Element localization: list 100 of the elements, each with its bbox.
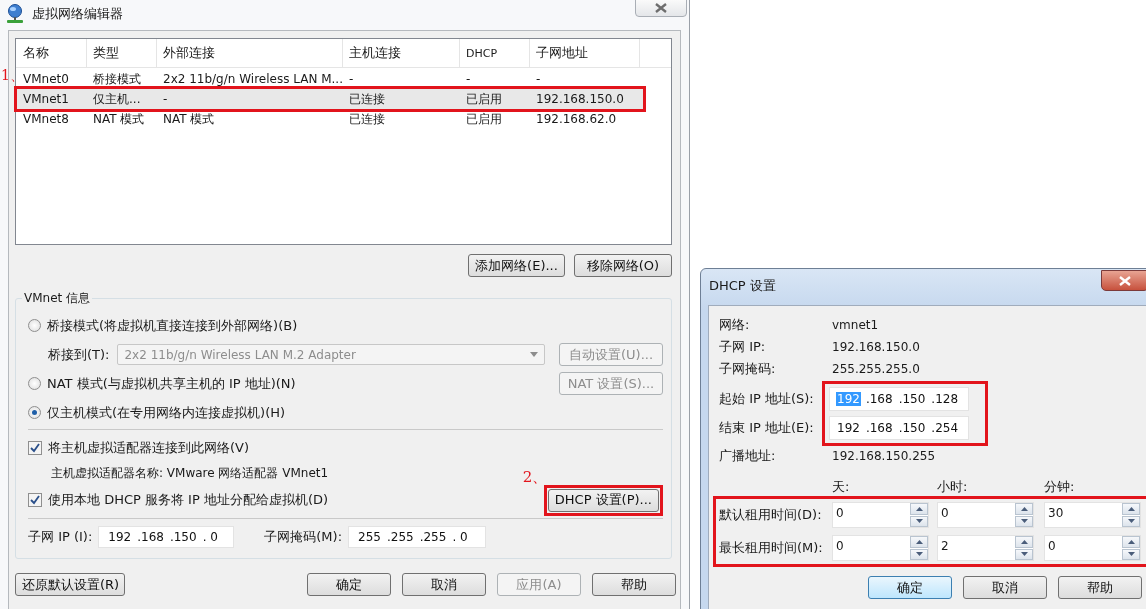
add-network-button[interactable]: 添加网络(E)...: [468, 254, 565, 277]
subnet-ip-label: 子网 IP (I):: [28, 528, 93, 546]
radio-button[interactable]: [28, 406, 41, 419]
group-title: VMnet 信息: [23, 290, 92, 307]
table-cell-text: 2x2 11b/g/n Wireless LAN M...: [162, 72, 343, 86]
column-header[interactable]: 外部连接: [157, 39, 343, 67]
increment-button[interactable]: [1122, 503, 1140, 515]
down-arrow-icon: [1127, 519, 1135, 524]
window-title: DHCP 设置: [709, 277, 776, 295]
dialog-button[interactable]: 确定: [307, 573, 391, 596]
column-header[interactable]: 子网地址: [530, 39, 640, 67]
down-arrow-icon: [915, 519, 923, 524]
up-arrow-icon: [915, 506, 923, 511]
table-cell-text: -: [162, 92, 169, 106]
radio-label: 仅主机模式(在专用网络内连接虚拟机)(H): [47, 403, 286, 422]
increment-button[interactable]: [1015, 536, 1033, 548]
spin-field[interactable]: 30: [1044, 502, 1141, 528]
spin-field[interactable]: 0: [1044, 535, 1141, 561]
radio-label: NAT 模式(与虚拟机共享主机的 IP 地址)(N): [47, 374, 296, 393]
decrement-button[interactable]: [1015, 548, 1033, 560]
window-title: 虚拟网络编辑器: [32, 5, 123, 23]
table-cell-text: -: [535, 72, 542, 86]
up-arrow-icon: [1127, 539, 1135, 544]
decrement-button[interactable]: [1015, 515, 1033, 527]
dialog-button[interactable]: 取消: [402, 573, 486, 596]
table-cell-text: NAT 模式: [162, 110, 216, 128]
table-cell-text: -: [465, 72, 472, 86]
checkbox-label: 将主机虚拟适配器连接到此网络(V): [48, 438, 250, 457]
spin-field[interactable]: 0: [832, 502, 929, 528]
annotation-number: 2、: [522, 467, 548, 487]
increment-button[interactable]: [1015, 503, 1033, 515]
close-icon: [655, 3, 667, 13]
table-cell-text: -: [348, 72, 355, 86]
ip-address-field[interactable]: 192 .168 .150 .254: [829, 416, 969, 440]
dhcp-settings-button[interactable]: DHCP 设置(P)...: [547, 488, 659, 512]
checkbox[interactable]: [28, 493, 42, 507]
table-cell-text: VMnet0: [22, 72, 70, 86]
increment-button[interactable]: [1122, 536, 1140, 548]
table-cell-text: 192.168.150.0: [535, 92, 625, 106]
remove-network-button[interactable]: 移除网络(O): [574, 254, 672, 277]
info-value: 192.168.150.0: [832, 340, 921, 354]
lease-label: 默认租用时间(D):: [719, 506, 823, 524]
network-row[interactable]: VMnet8 NAT 模式 NAT 模式 已连接 已启用 192.168.62.0: [17, 109, 643, 129]
dialog-button[interactable]: 帮助: [1058, 576, 1142, 599]
checkbox[interactable]: [28, 440, 42, 455]
info-value: vmnet1: [832, 318, 880, 332]
column-header[interactable]: 类型: [87, 39, 157, 67]
network-globe-icon: [6, 4, 24, 24]
adapter-name-text: 主机虚拟适配器名称: VMware 网络适配器 VMnet1: [51, 464, 329, 482]
info-value: 192.168.150.255: [832, 449, 937, 463]
check-icon: [30, 442, 40, 453]
table-cell-text: VMnet1: [22, 92, 70, 106]
decrement-button[interactable]: [1122, 548, 1140, 560]
radio-button[interactable]: [28, 377, 41, 390]
column-header[interactable]: DHCP: [460, 39, 530, 67]
dialog-button[interactable]: 取消: [963, 576, 1047, 599]
up-arrow-icon: [1020, 506, 1028, 511]
info-label: 广播地址:: [719, 447, 777, 465]
table-cell-text: 已启用: [465, 90, 503, 108]
down-arrow-icon: [1127, 552, 1135, 557]
table-cell-text: 已启用: [465, 110, 503, 128]
close-icon: [1119, 275, 1131, 286]
increment-button[interactable]: [910, 536, 928, 548]
increment-button[interactable]: [910, 503, 928, 515]
spin-field[interactable]: 0: [832, 535, 929, 561]
ip-address-field[interactable]: 192 .168 .150 .128: [829, 387, 969, 411]
spin-field[interactable]: 0: [937, 502, 1034, 528]
adapter-dropdown: 2x2 11b/g/n Wireless LAN M.2 Adapter: [117, 344, 546, 365]
spin-field[interactable]: 2: [937, 535, 1034, 561]
radio-label: 桥接模式(将虚拟机直接连接到外部网络)(B): [47, 316, 298, 335]
info-label: 网络:: [719, 316, 751, 334]
subnet-ip-field[interactable]: 192 .168 .150 . 0: [98, 526, 235, 548]
up-arrow-icon: [1127, 506, 1135, 511]
table-cell-text: VMnet8: [22, 112, 70, 126]
decrement-button[interactable]: [910, 515, 928, 527]
subnet-mask-field[interactable]: 255 .255 .255 . 0: [348, 526, 487, 548]
table-cell-text: NAT 模式: [92, 110, 146, 128]
dialog-button[interactable]: 确定: [868, 576, 952, 599]
dialog-button[interactable]: 帮助: [592, 573, 676, 596]
restore-defaults-button[interactable]: 还原默认设置(R): [15, 573, 125, 596]
bridge-to-label: 桥接到(T):: [48, 345, 110, 364]
info-value: 255.255.255.0: [832, 362, 921, 376]
info-label: 子网 IP:: [719, 338, 767, 356]
table-cell-text: 已连接: [348, 110, 386, 128]
table-cell-text: 仅主机...: [92, 90, 142, 108]
lease-label: 最长租用时间(M):: [719, 539, 824, 557]
close-button[interactable]: [1101, 270, 1146, 291]
radio-button[interactable]: [28, 319, 41, 332]
range-label: 起始 IP 地址(S):: [719, 389, 814, 408]
close-button[interactable]: [635, 0, 687, 17]
column-header[interactable]: 主机连接: [343, 39, 460, 67]
decrement-button[interactable]: [1122, 515, 1140, 527]
column-header[interactable]: 名称: [17, 39, 87, 67]
network-row[interactable]: VMnet1 仅主机... - 已连接 已启用 192.168.150.0: [17, 89, 643, 109]
up-arrow-icon: [1020, 539, 1028, 544]
column-label: 天:: [832, 478, 851, 496]
decrement-button[interactable]: [910, 548, 928, 560]
subnet-mask-label: 子网掩码(M):: [264, 528, 343, 546]
checkbox-label: 使用本地 DHCP 服务将 IP 地址分配给虚拟机(D): [48, 491, 329, 509]
range-label: 结束 IP 地址(E):: [719, 419, 814, 438]
